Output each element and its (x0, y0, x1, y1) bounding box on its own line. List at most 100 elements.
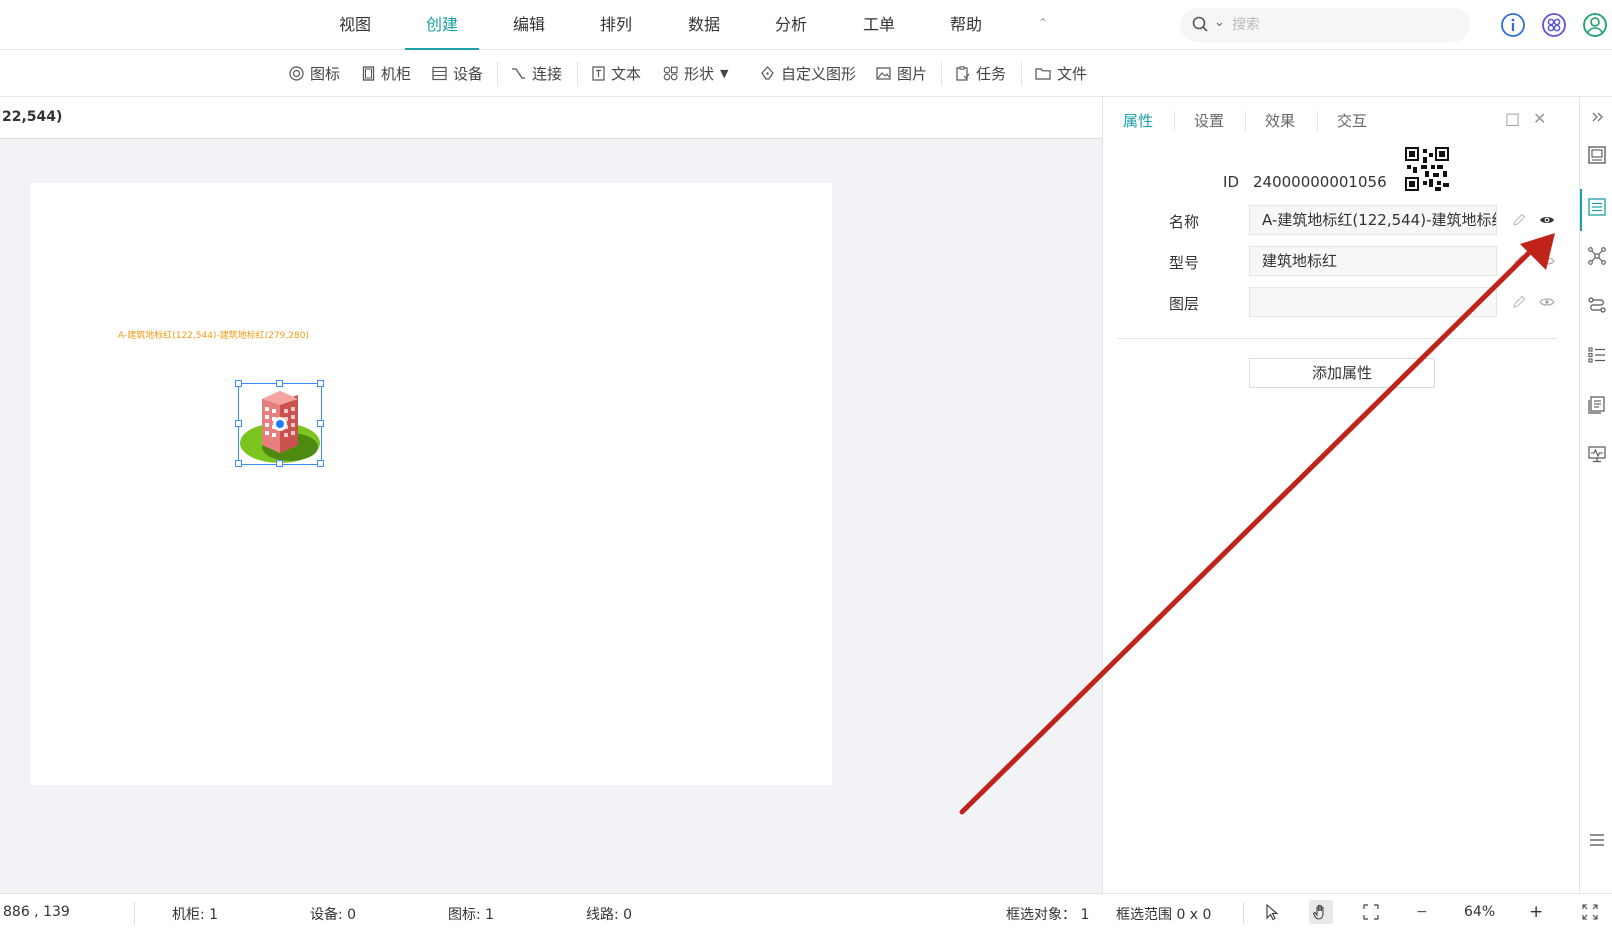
text-icon (592, 66, 605, 81)
resize-handle-ne[interactable] (317, 380, 324, 387)
resize-handle-sw[interactable] (235, 460, 242, 467)
tool-connect-button[interactable]: 连接 (511, 50, 562, 97)
maximize-panel-icon[interactable]: □ (1505, 109, 1520, 128)
zoom-level: 64% (1464, 904, 1496, 920)
model-field[interactable]: 建筑地标红 (1249, 246, 1497, 276)
status-bar: 886 , 139 机柜: 1 设备: 0 图标: 1 线路: 0 框选对象： … (0, 893, 1612, 931)
qr-code-icon[interactable] (1405, 147, 1449, 191)
building-node[interactable] (235, 380, 324, 467)
tool-file-button[interactable]: 文件 (1035, 50, 1087, 97)
toolbar-divider (577, 62, 578, 86)
monitor-pulse-icon[interactable] (1587, 444, 1607, 464)
tool-device-button[interactable]: 设备 (432, 50, 483, 97)
zoom-in-button[interactable]: + (1529, 902, 1543, 922)
diagram-page[interactable]: A-建筑地标红(122,544)-建筑地标红(279,280) (30, 183, 832, 785)
canvas-title-bar: 22,544) (0, 97, 1102, 139)
tab-attributes[interactable]: 属性 (1123, 97, 1153, 145)
expand-double-chevron-icon[interactable] (1587, 107, 1607, 127)
canvas-area[interactable]: 22,544) A-建筑地标红(122,544)-建筑地标红(279,280) (0, 97, 1102, 893)
menu-tab-help[interactable]: 帮助 (929, 0, 1003, 50)
tab-interaction[interactable]: 交互 (1337, 97, 1367, 145)
resize-handle-se[interactable] (317, 460, 324, 467)
apps-icon[interactable] (1541, 12, 1567, 38)
tool-task-label: 任务 (976, 65, 1007, 83)
icon-count: 图标: 1 (448, 907, 495, 923)
node-label[interactable]: A-建筑地标红(122,544)-建筑地标红(279,280) (118, 328, 309, 341)
layers-list-icon[interactable] (1587, 345, 1607, 365)
search-scope-caret-icon[interactable]: ⌄ (1214, 15, 1225, 30)
properties-list-icon[interactable] (1587, 197, 1607, 217)
collapse-up-icon[interactable]: ⌃ (1038, 16, 1048, 30)
connect-line-icon (512, 68, 525, 79)
edit-pencil-icon[interactable] (1511, 212, 1527, 228)
pointer-tool-icon[interactable] (1262, 902, 1282, 922)
active-indicator (1580, 189, 1582, 231)
menu-tab-view[interactable]: 视图 (318, 0, 392, 50)
menu-tab-arrange[interactable]: 排列 (579, 0, 653, 50)
caret-down-icon: ▼ (720, 67, 729, 80)
device-count: 设备: 0 (310, 907, 357, 923)
search-box: ⌄ (1180, 8, 1470, 42)
pan-hand-icon[interactable] (1311, 902, 1331, 922)
user-avatar-icon[interactable] (1582, 12, 1608, 38)
fullscreen-icon[interactable] (1580, 902, 1600, 922)
tool-cabinet-label: 机柜 (381, 65, 412, 83)
resize-handle-e[interactable] (317, 420, 324, 427)
resize-handle-nw[interactable] (235, 380, 242, 387)
image-panel-icon[interactable] (1587, 145, 1607, 165)
tool-task-button[interactable]: 任务 (955, 50, 1006, 97)
cabinet-icon (362, 66, 375, 81)
tool-cabinet-button[interactable]: 机柜 (362, 50, 411, 97)
layer-field[interactable] (1249, 287, 1497, 317)
pen-tool-icon (761, 66, 774, 80)
right-sidebar (1579, 97, 1612, 893)
tool-icon-label: 图标 (310, 65, 341, 83)
selected-objects: 框选对象： 1 (1006, 907, 1090, 923)
visibility-eye-icon[interactable] (1539, 253, 1555, 269)
tab-divider (1317, 111, 1318, 131)
menu-tab-analysis[interactable]: 分析 (754, 0, 828, 50)
tool-device-label: 设备 (453, 65, 484, 83)
canvas-title: 22,544) (2, 109, 63, 125)
tool-shape-dropdown[interactable]: 形状 ▼ (663, 50, 728, 97)
hamburger-menu-icon[interactable] (1587, 830, 1607, 850)
route-icon[interactable] (1587, 295, 1607, 315)
menu-tab-create[interactable]: 创建 (405, 0, 479, 50)
tool-image-button[interactable]: 图片 (876, 50, 927, 97)
network-topology-icon[interactable] (1587, 246, 1607, 266)
node-anchor-point[interactable] (273, 417, 287, 431)
tool-file-label: 文件 (1057, 65, 1088, 83)
tab-settings[interactable]: 设置 (1194, 97, 1224, 145)
tool-custom-shape-label: 自定义图形 (781, 65, 857, 83)
report-icon[interactable] (1587, 395, 1607, 415)
resize-handle-s[interactable] (276, 460, 283, 467)
visibility-eye-icon[interactable] (1539, 212, 1555, 228)
zoom-out-button[interactable]: − (1416, 904, 1428, 920)
visibility-eye-icon[interactable] (1539, 294, 1555, 310)
folder-icon (1035, 68, 1051, 80)
menu-tab-edit[interactable]: 编辑 (492, 0, 566, 50)
tool-icon-button[interactable]: 图标 (289, 50, 340, 97)
tool-text-button[interactable]: 文本 (592, 50, 641, 97)
menu-tab-data[interactable]: 数据 (667, 0, 741, 50)
add-attribute-button[interactable]: 添加属性 (1249, 358, 1435, 388)
tool-custom-shape-button[interactable]: 自定义图形 (760, 50, 856, 97)
shapes-icon (663, 66, 678, 81)
resize-handle-w[interactable] (235, 420, 242, 427)
top-menu-bar: 视图 创建 编辑 排列 数据 分析 工单 帮助 ⌃ ⌄ (0, 0, 1612, 50)
target-icon (289, 66, 304, 81)
close-panel-icon[interactable]: ✕ (1533, 109, 1546, 128)
menu-tab-workorder[interactable]: 工单 (842, 0, 916, 50)
name-field[interactable]: A-建筑地标红(122,544)-建筑地标红 (1249, 205, 1497, 235)
info-icon[interactable] (1500, 12, 1526, 38)
fit-screen-icon[interactable] (1361, 902, 1381, 922)
search-icon[interactable] (1192, 16, 1208, 32)
edit-pencil-icon[interactable] (1511, 253, 1527, 269)
tab-divider (1245, 111, 1246, 131)
tab-divider (1174, 111, 1175, 131)
tab-effects[interactable]: 效果 (1265, 97, 1295, 145)
edit-pencil-icon[interactable] (1511, 294, 1527, 310)
search-input[interactable] (1232, 14, 1452, 36)
id-label: ID (1223, 173, 1239, 191)
resize-handle-n[interactable] (276, 380, 283, 387)
